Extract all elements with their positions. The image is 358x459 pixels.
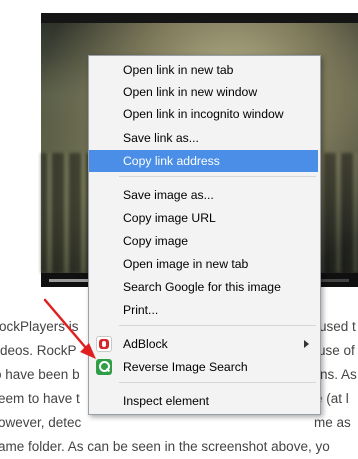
video-top-strip xyxy=(41,13,358,23)
menu-item-open-link-incognito[interactable]: Open link in incognito window xyxy=(89,103,318,125)
menu-separator xyxy=(119,382,316,383)
menu-item-open-image-new-tab[interactable]: Open image in new tab xyxy=(89,253,318,275)
reverse-image-search-icon xyxy=(96,359,112,375)
article-line: ideos. RockP use of xyxy=(0,343,355,358)
menu-item-print[interactable]: Print... xyxy=(89,299,318,321)
article-line: o have been b ns. As xyxy=(0,367,357,382)
menu-separator xyxy=(119,176,316,177)
menu-item-copy-link-address[interactable]: Copy link address xyxy=(89,150,318,172)
menu-item-copy-image-url[interactable]: Copy image URL xyxy=(89,207,318,229)
menu-item-save-image-as[interactable]: Save image as... xyxy=(89,184,318,206)
article-line: owever, detec me as xyxy=(0,415,351,430)
menu-item-inspect-element[interactable]: Inspect element xyxy=(89,390,318,412)
article-line: ame folder. As can be seen in the screen… xyxy=(0,439,330,454)
context-menu: Open link in new tab Open link in new wi… xyxy=(88,55,321,415)
menu-item-reverse-image-search-label: Reverse Image Search xyxy=(123,360,248,374)
menu-item-open-link-new-tab[interactable]: Open link in new tab xyxy=(89,59,318,81)
menu-separator xyxy=(119,325,316,326)
menu-item-adblock[interactable]: AdBlock xyxy=(89,333,318,355)
adblock-icon xyxy=(96,336,112,352)
article-line: ockPlayers is used t xyxy=(0,319,356,334)
menu-item-save-link-as[interactable]: Save link as... xyxy=(89,127,318,149)
chevron-right-icon xyxy=(304,340,309,348)
article-line: eem to have te (at l xyxy=(0,391,349,406)
menu-item-adblock-label: AdBlock xyxy=(123,337,168,351)
menu-item-search-google-image[interactable]: Search Google for this image xyxy=(89,276,318,298)
menu-item-open-link-new-window[interactable]: Open link in new window xyxy=(89,81,318,103)
menu-item-copy-image[interactable]: Copy image xyxy=(89,230,318,252)
menu-item-reverse-image-search[interactable]: Reverse Image Search xyxy=(89,356,318,378)
